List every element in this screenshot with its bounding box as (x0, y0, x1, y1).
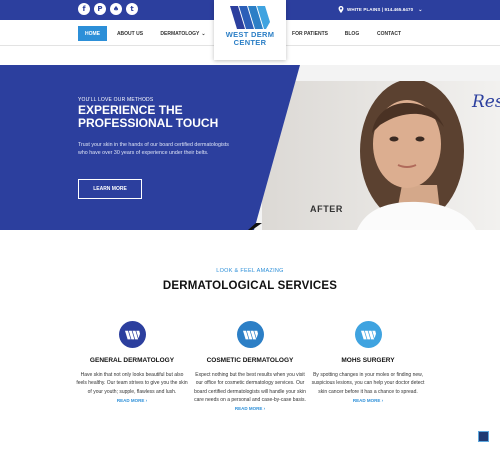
service-logo-icon (236, 321, 264, 348)
site-logo[interactable]: WEST DERM CENTER (214, 0, 286, 60)
nav-home[interactable]: HOME (78, 26, 107, 41)
twitter-icon[interactable]: t (126, 3, 138, 15)
read-more-link[interactable]: READ MORE › (193, 406, 307, 411)
hero-section (0, 65, 500, 230)
hero-title-line-2: PROFESSIONAL TOUCH (78, 116, 219, 130)
location-text: WHITE PLAINS | 914.465.6470 (347, 7, 414, 12)
read-more-link[interactable]: READ MORE › (311, 398, 425, 403)
pinterest-icon[interactable]: P (94, 3, 106, 15)
chat-widget-button[interactable] (478, 431, 489, 442)
service-description: Have skin that not only looks beautiful … (76, 372, 188, 395)
nav-dermatology-label: DERMATOLOGY (160, 30, 200, 37)
logo-line-2: CENTER (233, 38, 267, 47)
nav-contact[interactable]: CONTACT (374, 26, 404, 41)
hero-blue-panel (0, 65, 300, 230)
logo-text: WEST DERM CENTER (214, 31, 286, 47)
service-title: GENERAL DERMATOLOGY (89, 357, 175, 364)
nav-dermatology[interactable]: DERMATOLOGY ⌄ (157, 26, 209, 41)
chevron-down-icon: ⌄ (201, 30, 206, 37)
service-description: By spotting changes in your moles or fin… (311, 372, 425, 395)
services-title: DERMATOLOGICAL SERVICES (162, 280, 338, 292)
service-title: COSMETIC DERMATOLOGY (206, 357, 294, 364)
hero-title: EXPERIENCE THE PROFESSIONAL TOUCH (78, 104, 248, 130)
service-description: Expect nothing but the best results when… (194, 372, 306, 403)
script-text: Res (472, 92, 500, 112)
learn-more-button[interactable]: LEARN MORE (78, 179, 142, 199)
map-pin-icon (338, 6, 344, 13)
facebook-icon[interactable]: f (78, 3, 90, 15)
service-logo-icon (354, 321, 382, 348)
location-selector[interactable]: WHITE PLAINS | 914.465.6470 ⌄ (338, 6, 423, 13)
chevron-down-icon: ⌄ (418, 6, 423, 13)
service-card: COSMETIC DERMATOLOGY Expect nothing but … (193, 321, 307, 411)
read-more-link[interactable]: READ MORE › (75, 398, 189, 403)
service-title: MOHS SURGERY (341, 357, 395, 364)
after-label: AFTER (310, 204, 343, 214)
nav-about[interactable]: ABOUT US (114, 26, 146, 41)
service-card: GENERAL DERMATOLOGY Have skin that not o… (75, 321, 189, 403)
services-kicker: LOOK & FEEL AMAZING (216, 268, 284, 274)
nav-blog[interactable]: BLOG (341, 26, 363, 41)
nav-patients[interactable]: FOR PATIENTS (289, 26, 331, 41)
service-logo-icon (118, 321, 146, 348)
service-card: MOHS SURGERY By spotting changes in your… (311, 321, 425, 403)
snapchat-icon[interactable]: ♠ (110, 3, 122, 15)
logo-mark-icon (230, 6, 270, 29)
hero-paragraph: Trust your skin in the hands of our boar… (78, 142, 229, 157)
social-links: f P ♠ t (78, 3, 138, 15)
